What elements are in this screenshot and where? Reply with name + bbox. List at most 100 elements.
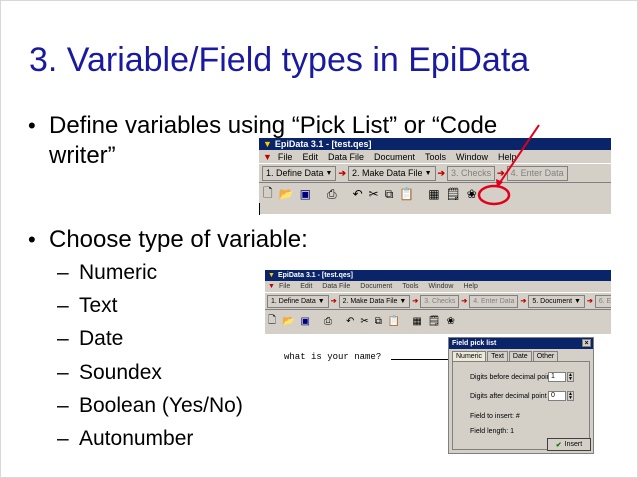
icon-toolbar: 🗋 📂 ▣ ⎙ ↶ ✂ ⧉ 📋 ▦ 🗒 ❀	[265, 310, 611, 332]
open-folder-icon[interactable]: 📂	[282, 316, 294, 327]
cut-icon[interactable]: ✂	[360, 316, 368, 327]
menu-window[interactable]: Window	[429, 283, 454, 290]
editor-text: what is your name?	[284, 352, 382, 362]
numeric-tab-pane: Digits before decimal point 1 ▲ ▼ Digits …	[452, 361, 591, 451]
arrow-icon: ➔	[338, 167, 347, 178]
export-button[interactable]: 6. Export D	[594, 294, 611, 308]
digits-after-input[interactable]: 0	[548, 391, 566, 401]
arrow-icon: ➔	[412, 298, 419, 305]
enter-data-button[interactable]: 4. Enter Data	[469, 294, 519, 308]
open-folder-icon[interactable]: 📂	[279, 187, 294, 201]
epidata-logo-icon: ▼	[268, 272, 275, 279]
window-titlebar: ▼ EpiData 3.1 - [test.qes]	[259, 138, 611, 150]
menu-edit[interactable]: Edit	[300, 283, 312, 290]
tab-date[interactable]: Date	[508, 351, 532, 361]
copy-icon[interactable]: ⧉	[385, 187, 394, 202]
make-data-file-button[interactable]: 2. Make Data File ▼	[348, 165, 436, 181]
arrow-icon: ➔	[330, 298, 337, 305]
spinner-icon[interactable]: ▲ ▼	[567, 372, 574, 382]
digits-before-label: Digits before decimal point	[470, 374, 553, 381]
menu-file[interactable]: File	[278, 152, 293, 162]
type-boolean: – Boolean (Yes/No)	[57, 394, 243, 417]
tab-numeric[interactable]: Numeric	[452, 351, 487, 361]
define-data-button[interactable]: 1. Define Data ▼	[267, 294, 329, 308]
make-data-file-button[interactable]: 2. Make Data File ▼	[338, 294, 411, 308]
type-autonumber: – Autonumber	[57, 427, 194, 450]
doc-icon: ▼	[263, 151, 272, 162]
field-length-label: Field length: 1	[470, 428, 514, 435]
bullet-choose-type: Choose type of variable:	[49, 226, 308, 253]
chevron-down-icon: ▼	[399, 297, 407, 305]
spinner-icon[interactable]: ▲ ▼	[567, 391, 574, 401]
tab-text[interactable]: Text	[487, 351, 508, 361]
bullet-dot: •	[28, 227, 36, 252]
epidata-window-large: ▼ EpiData 3.1 - [test.qes] ▼ File Edit D…	[259, 138, 611, 214]
cut-icon[interactable]: ✂	[369, 187, 379, 201]
doc-icon: ▼	[268, 283, 275, 290]
workflow-toolbar: 1. Define Data ▼ ➔ 2. Make Data File ▼ ➔ 3…	[265, 292, 611, 310]
icon-toolbar: 🗋 📂 ▣ ⎙ ↶ ✂ ⧉ 📋 ▦ 🗒 ❀	[259, 183, 611, 205]
bug-icon[interactable]: ❀	[446, 316, 454, 327]
slide-title: 3. Variable/Field types in EpiData	[29, 41, 530, 79]
close-icon[interactable]: ×	[582, 339, 591, 347]
copy-icon[interactable]: ⧉	[375, 316, 382, 327]
code-writer-icon[interactable]: ▦	[428, 187, 439, 201]
insert-button[interactable]: ✔ Insert	[547, 438, 591, 451]
undo-icon[interactable]: ↶	[353, 187, 363, 201]
paste-icon[interactable]: 📋	[388, 316, 400, 327]
workflow-toolbar: 1. Define Data ▼ ➔ 2. Make Data File ▼ ➔ 3…	[259, 163, 611, 183]
annotation-arrow	[498, 124, 540, 185]
chevron-down-icon: ▼	[424, 169, 432, 177]
menu-document[interactable]: Document	[360, 283, 392, 290]
save-icon[interactable]: ▣	[300, 187, 311, 201]
field-insert-label: Field to insert: #	[470, 413, 520, 420]
field-pick-list-dialog: Field pick list × Numeric Text Date Othe…	[448, 337, 594, 454]
dialog-titlebar: Field pick list ×	[449, 338, 593, 349]
window-title: EpiData 3.1 - [test.qes]	[277, 272, 354, 279]
digits-before-input[interactable]: 1	[548, 372, 566, 382]
window-titlebar: ▼ EpiData 3.1 - [test.qes]	[265, 270, 611, 281]
print-icon[interactable]: ⎙	[324, 316, 332, 327]
type-numeric: – Numeric	[57, 261, 158, 284]
annotation-overlay	[477, 124, 540, 206]
bullet-dot: •	[28, 113, 36, 138]
menu-document[interactable]: Document	[374, 152, 415, 162]
new-file-icon[interactable]: 🗋	[268, 313, 276, 330]
digits-after-label: Digits after decimal point	[470, 393, 547, 400]
menu-help[interactable]: Help	[463, 283, 477, 290]
save-icon[interactable]: ▣	[301, 316, 310, 327]
chevron-down-icon: ▼	[574, 297, 581, 305]
slide: 3. Variable/Field types in EpiData • Def…	[0, 0, 638, 478]
menu-data-file[interactable]: Data File	[322, 283, 350, 290]
checks-button[interactable]: 3. Checks	[420, 294, 460, 308]
highlight-circle	[477, 184, 511, 206]
tab-strip: Numeric Text Date Other	[452, 351, 593, 361]
new-file-icon[interactable]: 🗋	[263, 184, 273, 205]
menu-file[interactable]: File	[279, 283, 290, 290]
menu-edit[interactable]: Edit	[302, 152, 318, 162]
chevron-down-icon: ▼	[317, 297, 325, 305]
cursor-line	[259, 203, 260, 215]
checkmark-icon: ✔	[555, 441, 562, 449]
document-button[interactable]: 5. Document ▼	[528, 294, 585, 308]
type-date: – Date	[57, 327, 124, 350]
code-writer-icon[interactable]: ▦	[412, 316, 421, 327]
define-data-button[interactable]: 1. Define Data ▼	[262, 165, 337, 181]
type-soundex: – Soundex	[57, 361, 162, 384]
tab-other[interactable]: Other	[532, 351, 559, 361]
dialog-title: Field pick list	[452, 340, 497, 347]
menubar: ▼ File Edit Data File Document Tools Win…	[265, 281, 611, 292]
paste-icon[interactable]: 📋	[399, 187, 414, 201]
menubar: ▼ File Edit Data File Document Tools Win…	[259, 150, 611, 163]
arrow-icon: ➔	[461, 298, 468, 305]
epidata-window-small: ▼ EpiData 3.1 - [test.qes] ▼ File Edit D…	[265, 270, 611, 334]
pick-list-icon[interactable]: 🗒	[428, 316, 441, 327]
editor-field-line	[391, 359, 449, 360]
epidata-logo-icon: ▼	[263, 139, 272, 149]
window-title: EpiData 3.1 - [test.qes]	[274, 139, 372, 149]
chevron-down-icon: ▼	[325, 169, 333, 177]
undo-icon[interactable]: ↶	[346, 316, 354, 327]
menu-data-file[interactable]: Data File	[328, 152, 364, 162]
print-icon[interactable]: ⎙	[327, 187, 337, 202]
menu-tools[interactable]: Tools	[402, 283, 418, 290]
